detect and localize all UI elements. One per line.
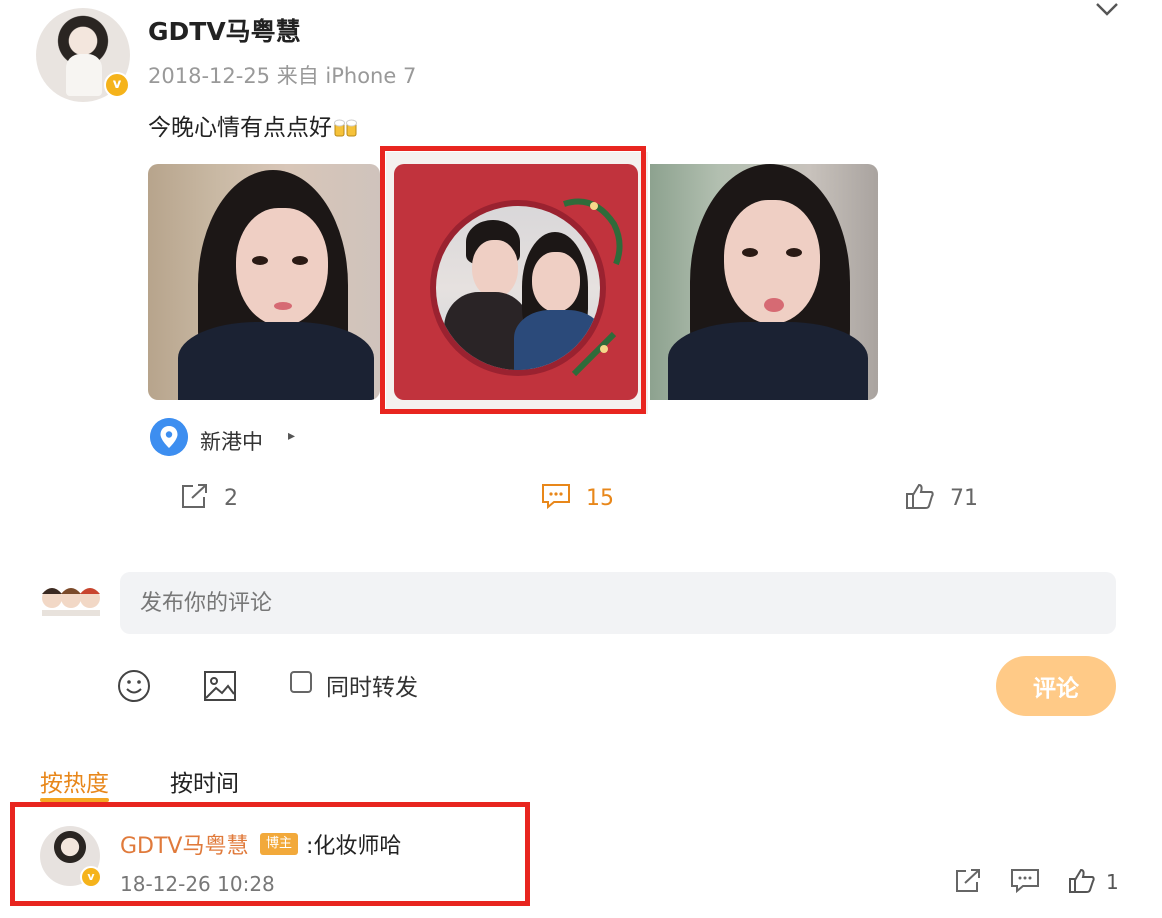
like-count: 71: [950, 486, 978, 511]
repost-count: 2: [224, 486, 238, 511]
comment-count: 15: [586, 486, 614, 511]
thumbs-up-icon: [1069, 868, 1095, 893]
thumbs-up-icon: [906, 483, 934, 509]
image-icon[interactable]: [202, 668, 238, 704]
highlight-box-photo: [380, 146, 646, 414]
chevron-down-icon[interactable]: [1094, 0, 1120, 18]
comment-share-icon[interactable]: [954, 868, 982, 894]
author-avatar[interactable]: v: [36, 8, 130, 102]
post-photo-3[interactable]: [650, 164, 878, 400]
emoji-icon[interactable]: [116, 668, 152, 704]
comment-like-button[interactable]: 1: [1068, 868, 1119, 894]
repost-checkbox-label[interactable]: 同时转发: [326, 668, 418, 702]
location-label[interactable]: 新港中: [200, 426, 263, 456]
submit-comment-button[interactable]: 评论: [996, 656, 1116, 716]
user-avatars-icon: [42, 588, 100, 616]
author-name[interactable]: GDTV马粤慧: [148, 12, 301, 48]
post-photo-1[interactable]: [148, 164, 380, 400]
tab-sort-by-time[interactable]: 按时间: [170, 764, 239, 798]
repost-checkbox[interactable]: [290, 671, 312, 693]
verified-badge-icon: v: [104, 72, 130, 98]
comment-button[interactable]: 15: [540, 482, 614, 511]
post-text-content: 今晚心情有点点好: [148, 115, 332, 141]
post-text: 今晚心情有点点好: [148, 108, 360, 142]
like-button[interactable]: 71: [904, 482, 978, 511]
location-pin-icon[interactable]: [150, 418, 188, 456]
tab-sort-by-hot[interactable]: 按热度: [40, 764, 109, 802]
highlight-box-comment: [10, 802, 530, 906]
comment-icon: [542, 484, 570, 510]
share-icon: [182, 484, 207, 508]
post-meta: 2018-12-25 来自 iPhone 7: [148, 64, 417, 88]
comment-like-count: 1: [1106, 870, 1119, 894]
cheers-emoji-icon: [334, 119, 357, 137]
location-arrow-icon[interactable]: ▸: [288, 428, 295, 444]
comment-input[interactable]: [120, 572, 1116, 634]
comment-reply-icon[interactable]: [1010, 868, 1040, 894]
repost-button[interactable]: 2: [180, 482, 238, 511]
